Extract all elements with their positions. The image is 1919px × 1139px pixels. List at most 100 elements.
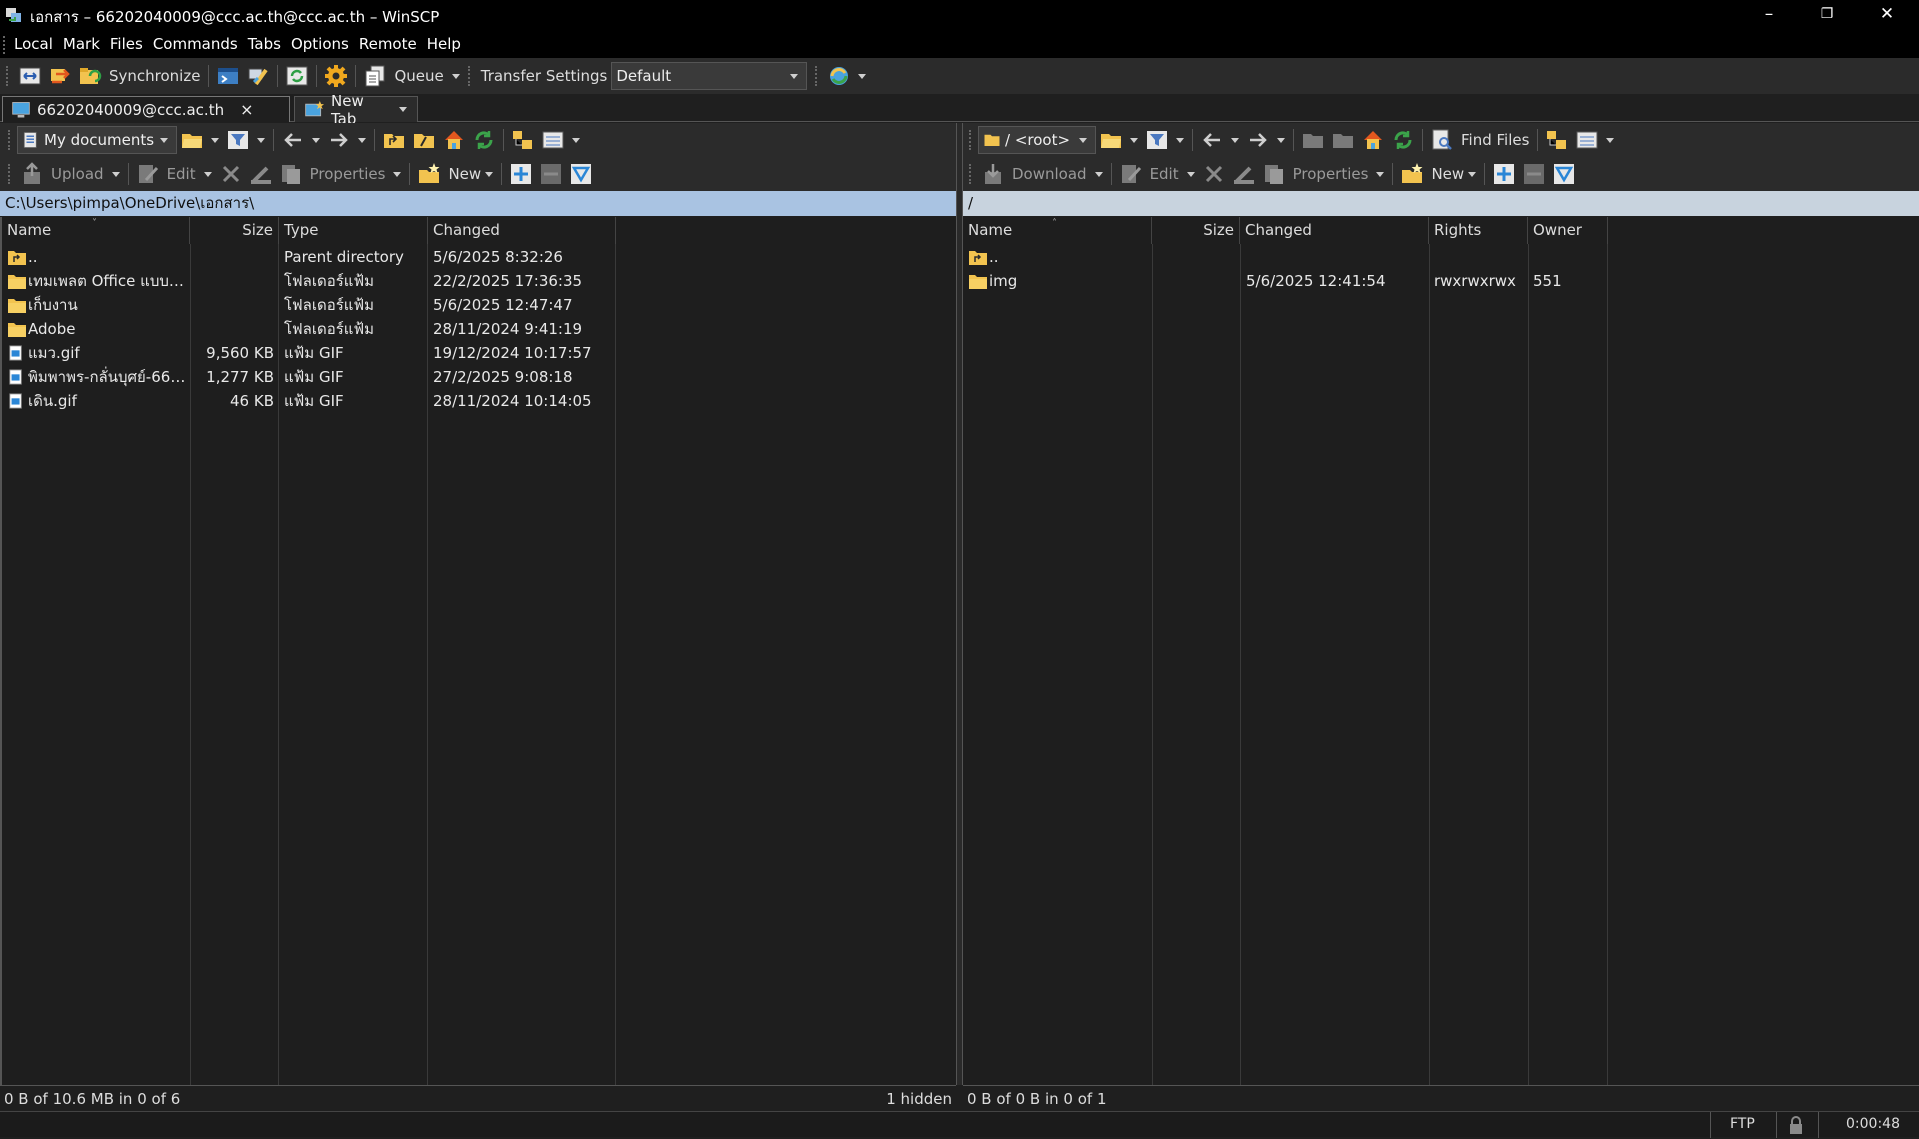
edit-icon[interactable] — [136, 162, 160, 186]
select-all-icon[interactable] — [569, 162, 593, 186]
local-path-bar[interactable]: C:\Users\pimpa\OneDrive\เอกสาร\ — [0, 191, 956, 216]
sessions-icon[interactable] — [827, 64, 851, 88]
local-location-select[interactable]: My documents — [17, 126, 177, 154]
tab-session[interactable]: 66202040009@ccc.ac.th × — [2, 96, 290, 122]
queue-icon[interactable] — [363, 64, 387, 88]
upload-dropdown-icon[interactable] — [111, 171, 120, 177]
local-file-row[interactable]: เทมเพลต Office แบบกำ... โฟลเดอร์แฟ้ม 22/2/… — [2, 269, 956, 293]
preferences-gear-icon[interactable] — [324, 64, 348, 88]
home-icon[interactable] — [442, 128, 466, 152]
menu-help[interactable]: Help — [422, 30, 466, 58]
forward-arrow-icon[interactable] — [1246, 128, 1270, 152]
remote-path-bar[interactable]: / — [963, 191, 1919, 216]
new-dropdown-icon[interactable] — [485, 171, 494, 177]
edit-icon[interactable] — [1119, 162, 1143, 186]
view-options-dropdown-icon[interactable] — [1606, 137, 1615, 143]
new-item-icon[interactable] — [1400, 162, 1424, 186]
tree-toggle-icon[interactable] — [511, 128, 535, 152]
unselect-files-minus-icon[interactable] — [539, 162, 563, 186]
back-arrow-icon[interactable] — [1200, 128, 1224, 152]
find-files-icon[interactable] — [1430, 128, 1454, 152]
tree-toggle-icon[interactable] — [1545, 128, 1569, 152]
properties-label[interactable]: Properties — [1293, 165, 1369, 183]
edit-label[interactable]: Edit — [167, 165, 196, 183]
edit-label[interactable]: Edit — [1150, 165, 1179, 183]
queue-dropdown-icon[interactable] — [451, 73, 460, 79]
back-arrow-icon[interactable] — [281, 128, 305, 152]
new-dropdown-icon[interactable] — [1468, 171, 1477, 177]
upload-label[interactable]: Upload — [51, 165, 104, 183]
remote-file-row[interactable]: img 5/6/2025 12:41:54 rwxrwxrwx 551 — [963, 269, 1919, 293]
properties-label[interactable]: Properties — [310, 165, 386, 183]
download-label[interactable]: Download — [1012, 165, 1087, 183]
filter-icon[interactable] — [226, 128, 250, 152]
minimize-button[interactable]: – — [1740, 0, 1798, 30]
root-directory-icon[interactable] — [1331, 128, 1355, 152]
queue-label[interactable]: Queue — [394, 67, 443, 85]
unselect-files-minus-icon[interactable] — [1522, 162, 1546, 186]
remote-column-size[interactable]: Size — [1152, 217, 1240, 244]
sessions-dropdown-icon[interactable] — [858, 73, 867, 79]
local-column-changed[interactable]: Changed — [428, 217, 616, 244]
new-tab-dropdown-icon[interactable] — [399, 107, 407, 112]
open-directory-icon[interactable] — [180, 128, 204, 152]
remote-file-row[interactable]: .. — [963, 245, 1919, 269]
home-icon[interactable] — [1361, 128, 1385, 152]
transfer-settings-label[interactable]: Transfer Settings — [481, 67, 608, 85]
parent-directory-icon[interactable] — [382, 128, 406, 152]
rename-icon[interactable] — [1232, 162, 1256, 186]
tab-close-icon[interactable]: × — [240, 100, 253, 119]
remote-location-select[interactable]: / <root> — [978, 126, 1096, 154]
tab-new-tab[interactable]: New Tab — [294, 92, 418, 128]
rename-icon[interactable] — [249, 162, 273, 186]
remote-column-name[interactable]: Name — [963, 217, 1152, 244]
open-directory-icon[interactable] — [1099, 128, 1123, 152]
remote-column-rights[interactable]: Rights — [1429, 217, 1528, 244]
local-file-row[interactable]: .. Parent directory 5/6/2025 8:32:26 — [2, 245, 956, 269]
forward-dropdown-icon[interactable] — [1277, 137, 1285, 143]
properties-icon[interactable] — [279, 162, 303, 186]
new-item-icon[interactable] — [417, 162, 441, 186]
open-directory-dropdown-icon[interactable] — [1130, 137, 1138, 143]
synchronize-icon[interactable] — [78, 64, 102, 88]
local-file-row[interactable]: เดิน.gif 46 KB แฟ้ม GIF 28/11/2024 10:14:05 — [2, 389, 956, 413]
synchronize-label[interactable]: Synchronize — [109, 67, 200, 85]
root-directory-icon[interactable] — [412, 128, 436, 152]
menu-local[interactable]: Local — [9, 30, 58, 58]
properties-dropdown-icon[interactable] — [393, 171, 402, 177]
select-files-plus-icon[interactable] — [509, 162, 533, 186]
restore-button[interactable]: ❐ — [1798, 0, 1856, 30]
properties-icon[interactable] — [1262, 162, 1286, 186]
forward-dropdown-icon[interactable] — [358, 137, 366, 143]
filter-icon[interactable] — [1145, 128, 1169, 152]
local-column-size[interactable]: Size — [190, 217, 279, 244]
transfer-settings-select[interactable]: Default — [611, 62, 808, 90]
remote-column-owner[interactable]: Owner — [1528, 217, 1608, 244]
local-file-row[interactable]: Adobe โฟลเดอร์แฟ้ม 28/11/2024 9:41:19 — [2, 317, 956, 341]
local-hidden-count[interactable]: 1 hidden — [886, 1086, 952, 1112]
console-icon[interactable] — [216, 64, 240, 88]
edit-dropdown-icon[interactable] — [203, 171, 212, 177]
find-files-label[interactable]: Find Files — [1461, 131, 1529, 149]
delete-icon[interactable] — [1202, 162, 1226, 186]
menu-files[interactable]: Files — [105, 30, 148, 58]
local-file-row[interactable]: เก็บงาน โฟลเดอร์แฟ้ม 5/6/2025 12:47:47 — [2, 293, 956, 317]
synchronize-browsing-icon[interactable] — [48, 64, 72, 88]
properties-dropdown-icon[interactable] — [1376, 171, 1385, 177]
refresh-icon[interactable] — [472, 128, 496, 152]
remote-column-changed[interactable]: Changed — [1240, 217, 1429, 244]
download-icon[interactable] — [981, 162, 1005, 186]
refresh-icon[interactable] — [1391, 128, 1415, 152]
refresh-panels-icon[interactable] — [285, 64, 309, 88]
select-all-icon[interactable] — [1552, 162, 1576, 186]
back-dropdown-icon[interactable] — [312, 137, 320, 143]
menu-options[interactable]: Options — [286, 30, 354, 58]
putty-icon[interactable] — [246, 64, 270, 88]
open-directory-dropdown-icon[interactable] — [211, 137, 219, 143]
back-dropdown-icon[interactable] — [1231, 137, 1239, 143]
view-options-icon[interactable] — [541, 128, 565, 152]
view-options-icon[interactable] — [1575, 128, 1599, 152]
pane-splitter[interactable] — [956, 123, 963, 1085]
local-column-type[interactable]: Type — [279, 217, 428, 244]
close-button[interactable]: ✕ — [1858, 0, 1916, 30]
